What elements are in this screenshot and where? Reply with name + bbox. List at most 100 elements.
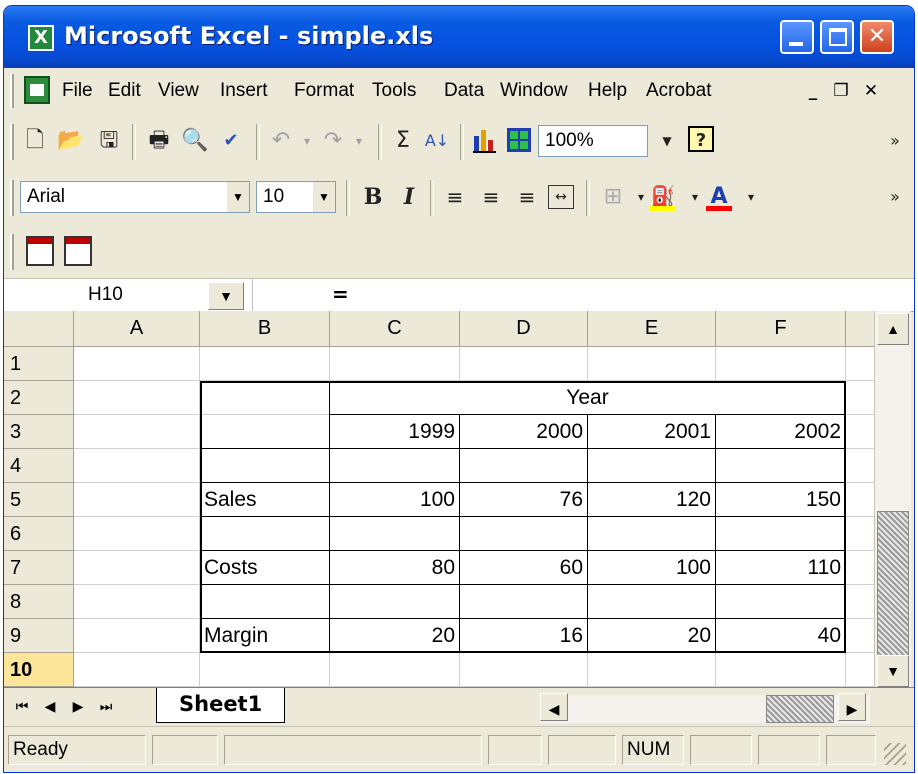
resize-grip-icon[interactable]	[884, 743, 906, 765]
cell-b2[interactable]	[200, 381, 330, 415]
horizontal-scrollbar[interactable]: ◀ ▶	[540, 693, 870, 723]
cell-g2[interactable]	[846, 381, 874, 415]
cell-g6[interactable]	[846, 517, 874, 551]
cell-e8[interactable]	[588, 585, 716, 619]
cell-a3[interactable]	[74, 415, 200, 449]
maximize-button[interactable]	[820, 20, 854, 54]
next-sheet-icon[interactable]: ▶	[66, 695, 90, 719]
column-header-b[interactable]: B	[200, 311, 330, 347]
menu-view[interactable]: View	[158, 80, 199, 102]
cell-d9[interactable]: 16	[460, 619, 588, 653]
doc-minimize-icon[interactable]: _	[800, 79, 826, 103]
menu-edit[interactable]: Edit	[108, 80, 141, 102]
row-header-5[interactable]: 5	[4, 483, 74, 517]
row-header-3[interactable]: 3	[4, 415, 74, 449]
cell-c8[interactable]	[330, 585, 460, 619]
row-header-2[interactable]: 2	[4, 381, 74, 415]
cell-d5[interactable]: 76	[460, 483, 588, 517]
font-color-icon[interactable]: A	[704, 182, 734, 212]
cell-a2[interactable]	[74, 381, 200, 415]
column-header-d[interactable]: D	[460, 311, 588, 347]
font-color-dropdown-icon[interactable]: ▾	[736, 182, 766, 212]
cell-e10[interactable]	[588, 653, 716, 687]
doc-restore-icon[interactable]: ❐	[828, 79, 854, 103]
row-header-8[interactable]: 8	[4, 585, 74, 619]
zoom-combo[interactable]: 100%	[538, 125, 648, 157]
cell-a5[interactable]	[74, 483, 200, 517]
help-icon[interactable]: ?	[688, 126, 714, 152]
open-folder-icon[interactable]: 📂	[56, 126, 86, 156]
excel-icon[interactable]: X	[28, 25, 54, 51]
cell-e4[interactable]	[588, 449, 716, 483]
column-header-c[interactable]: C	[330, 311, 460, 347]
new-document-icon[interactable]: 🗋	[20, 126, 50, 156]
column-header-f[interactable]: F	[716, 311, 846, 347]
cell-c5[interactable]: 100	[330, 483, 460, 517]
align-right-icon[interactable]: ≡	[512, 182, 542, 212]
cell-d3[interactable]: 2000	[460, 415, 588, 449]
row-header-7[interactable]: 7	[4, 551, 74, 585]
cell-c9[interactable]: 20	[330, 619, 460, 653]
scroll-right-button[interactable]: ▶	[838, 693, 866, 721]
cell-d8[interactable]	[460, 585, 588, 619]
name-box-dropdown-icon[interactable]: ▼	[208, 282, 244, 310]
cell-c4[interactable]	[330, 449, 460, 483]
name-box[interactable]: H10 ▼	[4, 279, 253, 311]
cell-c3[interactable]: 1999	[330, 415, 460, 449]
toolbar-grip[interactable]	[10, 180, 14, 216]
scroll-up-button[interactable]: ▲	[877, 313, 909, 345]
cell-f9[interactable]: 40	[716, 619, 846, 653]
menu-window[interactable]: Window	[500, 80, 568, 102]
align-center-icon[interactable]: ≡	[476, 182, 506, 212]
worksheet-grid[interactable]: ABCDEF 1 2 3 4 5 6 7 8 9 10 Year 1999 2000 2001 2002 S…	[4, 311, 874, 687]
doc-close-icon[interactable]: ✕	[858, 79, 884, 103]
cell-f7[interactable]: 110	[716, 551, 846, 585]
cell-e5[interactable]: 120	[588, 483, 716, 517]
menu-acrobat[interactable]: Acrobat	[646, 80, 711, 102]
scroll-down-button[interactable]: ▼	[877, 655, 909, 687]
print-preview-icon[interactable]: 🔍	[180, 126, 210, 156]
vertical-scrollbar[interactable]: ▲ ▼	[874, 311, 911, 687]
spelling-icon[interactable]: ✔	[216, 126, 246, 156]
cell-b1[interactable]	[200, 347, 330, 381]
save-icon[interactable]: 🖫	[94, 126, 124, 156]
bold-icon[interactable]: B	[358, 182, 388, 212]
cell-g8[interactable]	[846, 585, 874, 619]
cell-f10[interactable]	[716, 653, 846, 687]
toolbar-grip[interactable]	[10, 124, 14, 160]
cell-e6[interactable]	[588, 517, 716, 551]
print-icon[interactable]: 🖶	[144, 126, 174, 156]
cell-c6[interactable]	[330, 517, 460, 551]
formula-input[interactable]	[358, 279, 908, 311]
column-header-partial[interactable]	[846, 311, 874, 347]
cell-g9[interactable]	[846, 619, 874, 653]
font-dropdown-icon[interactable]: ▼	[227, 182, 249, 212]
merge-center-icon[interactable]: ↔	[548, 185, 574, 209]
cell-b10[interactable]	[200, 653, 330, 687]
cell-b7[interactable]: Costs	[200, 551, 330, 585]
row-header-9[interactable]: 9	[4, 619, 74, 653]
cell-b3[interactable]	[200, 415, 330, 449]
cell-c1[interactable]	[330, 347, 460, 381]
row-header-1[interactable]: 1	[4, 347, 74, 381]
cell-a8[interactable]	[74, 585, 200, 619]
cell-g1[interactable]	[846, 347, 874, 381]
menu-data[interactable]: Data	[444, 80, 484, 102]
cell-a7[interactable]	[74, 551, 200, 585]
autosum-icon[interactable]: Σ	[388, 126, 418, 156]
align-left-icon[interactable]: ≡	[440, 182, 470, 212]
column-header-a[interactable]: A	[74, 311, 200, 347]
cell-d7[interactable]: 60	[460, 551, 588, 585]
drawing-icon[interactable]	[504, 126, 534, 156]
cell-d1[interactable]	[460, 347, 588, 381]
italic-icon[interactable]: I	[394, 182, 424, 212]
row-header-6[interactable]: 6	[4, 517, 74, 551]
last-sheet-icon[interactable]: ⏭	[94, 695, 118, 719]
cell-f4[interactable]	[716, 449, 846, 483]
sheet-tab-sheet1[interactable]: Sheet1	[156, 688, 286, 723]
chart-wizard-icon[interactable]	[470, 126, 500, 156]
sort-ascending-icon[interactable]: A↓	[422, 126, 452, 156]
toolbar-grip[interactable]	[10, 234, 14, 270]
cell-f5[interactable]: 150	[716, 483, 846, 517]
cell-f3[interactable]: 2002	[716, 415, 846, 449]
